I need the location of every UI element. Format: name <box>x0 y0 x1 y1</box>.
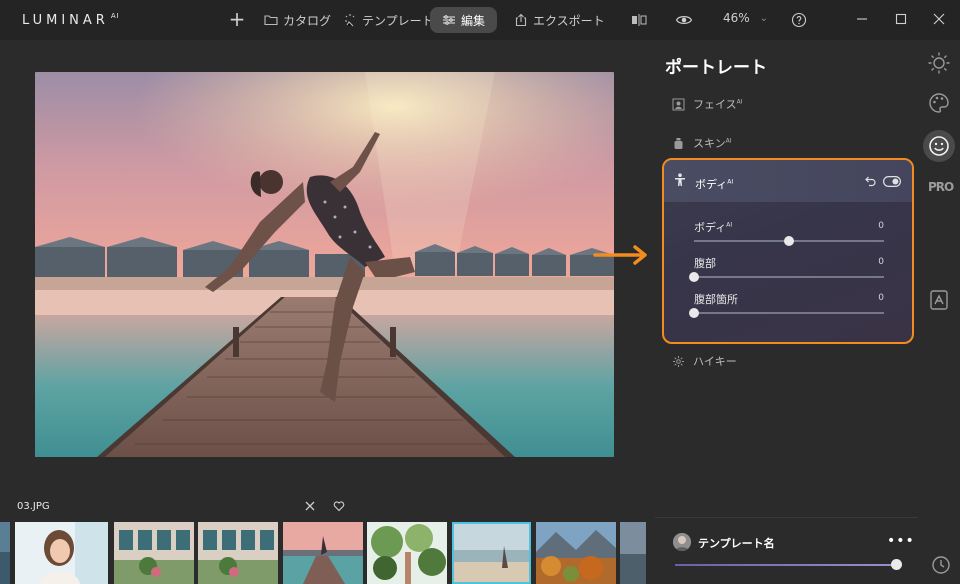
more-options-icon[interactable]: ••• <box>887 533 915 549</box>
bottle-icon <box>674 137 683 149</box>
slider-body-sup: AI <box>726 221 733 229</box>
history-icon[interactable] <box>931 555 951 575</box>
maximize-icon[interactable] <box>893 11 909 27</box>
photo-image <box>35 72 614 457</box>
tab-edit-label: 編集 <box>461 13 486 28</box>
body-tool-card: ボディAI ボディAI 0 腹部 0 腹部箇所 0 <box>662 158 914 344</box>
slider-abdomen-area-track[interactable] <box>689 308 884 318</box>
tab-catalog-label: カタログ <box>283 13 332 28</box>
visibility-toggle-icon[interactable] <box>883 176 901 187</box>
tab-export-label: エクスポート <box>533 13 605 28</box>
annotation-arrow-icon <box>593 245 647 265</box>
compare-icon[interactable] <box>630 11 648 29</box>
slider-abdomen-area-knob[interactable] <box>689 308 699 318</box>
slider-body-knob[interactable] <box>784 236 794 246</box>
app-logo: LUMINAR AI <box>22 12 120 28</box>
sliders-icon <box>443 15 455 25</box>
slider-body-label: ボディAI <box>694 219 732 235</box>
folder-icon <box>264 15 278 26</box>
tool-highkey-label: ハイキー <box>693 355 737 368</box>
tab-templates[interactable]: テンプレート <box>343 7 434 33</box>
body-card-title: ボディAI <box>695 176 733 192</box>
template-panel <box>655 517 918 584</box>
template-amount-knob[interactable] <box>891 559 902 570</box>
file-name: 03.JPG <box>17 501 50 512</box>
slider-body-track[interactable] <box>694 236 884 246</box>
slider-body-value: 0 <box>878 221 884 231</box>
slider-abdomen-area-label-text: 腹部箇所 <box>694 293 738 306</box>
palette-icon[interactable] <box>927 91 951 115</box>
undo-icon[interactable] <box>863 174 877 188</box>
slider-abdomen-track[interactable] <box>689 272 884 282</box>
reject-icon[interactable] <box>304 500 316 512</box>
tool-highkey[interactable]: ハイキー <box>672 353 737 369</box>
slider-abdomen-value: 0 <box>878 257 884 267</box>
zoom-control[interactable]: 46% ⌄ <box>723 11 768 25</box>
tool-skin-label: スキン <box>693 137 726 150</box>
slider-abdomen-area-label: 腹部箇所 <box>694 291 738 307</box>
zoom-value: 46% <box>723 11 750 25</box>
thumbnail[interactable] <box>367 522 447 584</box>
body-card-title-text: ボディ <box>695 178 728 191</box>
tool-skin[interactable]: スキンAI <box>672 135 732 151</box>
tab-catalog[interactable]: カタログ <box>264 7 331 33</box>
slider-abdomen-knob[interactable] <box>689 272 699 282</box>
thumbnail[interactable] <box>283 522 363 584</box>
slider-abdomen-area-value: 0 <box>878 293 884 303</box>
template-avatar <box>673 533 691 551</box>
thumbnail[interactable] <box>15 522 108 584</box>
tab-export[interactable]: エクスポート <box>514 7 605 33</box>
chevron-down-icon: ⌄ <box>759 12 769 24</box>
template-amount-track[interactable] <box>675 564 897 566</box>
template-name[interactable]: テンプレート名 <box>698 535 775 551</box>
main-photo[interactable] <box>35 72 614 457</box>
tool-skin-sup: AI <box>725 137 732 145</box>
thumbnail[interactable] <box>620 522 646 584</box>
thumbnail-selected[interactable] <box>452 522 531 584</box>
thumbnail[interactable] <box>536 522 616 584</box>
pro-tab[interactable]: PRO <box>928 180 954 194</box>
tool-face-sup: AI <box>736 98 743 106</box>
tab-templates-label: テンプレート <box>362 13 434 28</box>
body-card-title-sup: AI <box>727 178 734 186</box>
sun-icon[interactable] <box>927 51 951 75</box>
logo-sup: AI <box>110 12 120 20</box>
top-bar: LUMINAR AI + カタログ テンプレート 編集 エクスポート 46% ⌄ <box>0 0 960 40</box>
close-icon[interactable] <box>931 11 947 27</box>
slider-body-label-text: ボディ <box>694 221 727 234</box>
sparkle-icon <box>345 14 355 27</box>
help-icon[interactable] <box>790 11 808 29</box>
tool-face-label: フェイス <box>693 98 737 111</box>
thumbnail[interactable] <box>0 522 10 584</box>
panel-title: ポートレート <box>665 58 767 78</box>
add-photos-button[interactable]: + <box>228 8 246 30</box>
slider-abdomen-label: 腹部 <box>694 255 716 271</box>
slider-abdomen-label-text: 腹部 <box>694 257 716 270</box>
heart-icon[interactable] <box>333 500 345 512</box>
tab-edit[interactable]: 編集 <box>430 7 498 33</box>
logo-text: LUMINAR <box>22 13 109 28</box>
minimize-icon[interactable] <box>854 11 870 27</box>
face-frame-icon <box>672 98 685 110</box>
thumbnail[interactable] <box>114 522 194 584</box>
smile-icon[interactable] <box>927 134 951 158</box>
tool-face[interactable]: フェイスAI <box>672 96 743 112</box>
canvas-icon[interactable] <box>927 288 951 312</box>
eye-icon[interactable] <box>675 11 693 29</box>
person-icon <box>675 173 685 186</box>
share-icon <box>515 13 527 27</box>
thumbnail[interactable] <box>198 522 278 584</box>
highkey-icon <box>673 355 684 367</box>
